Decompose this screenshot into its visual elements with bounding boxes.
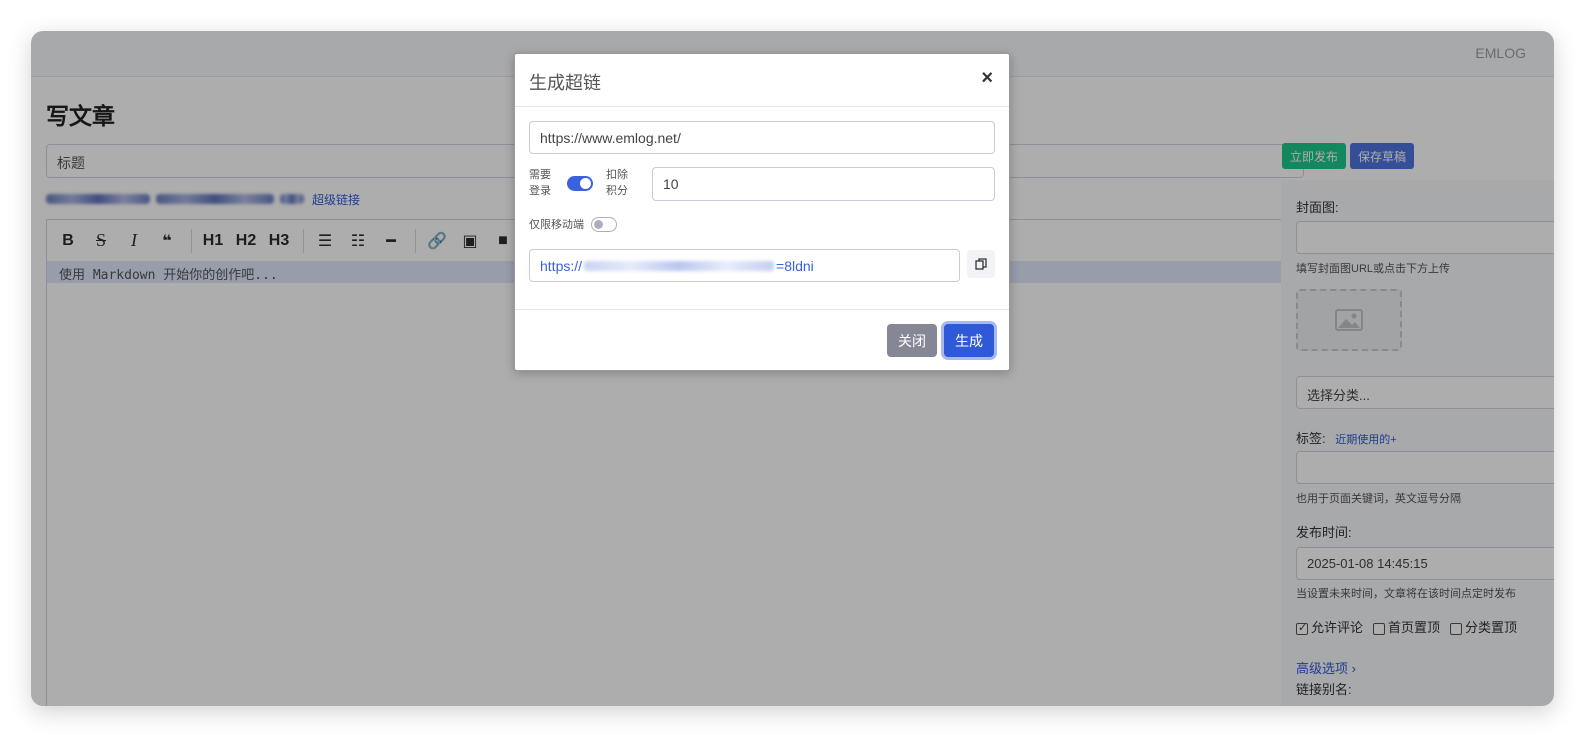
generated-link-suffix: =8ldni [776, 257, 814, 274]
close-button[interactable]: 关闭 [887, 324, 937, 357]
generated-link-prefix: https:// [540, 257, 583, 274]
dialog-footer: 关闭 生成 [515, 309, 1009, 371]
close-icon[interactable]: × [981, 67, 993, 90]
generate-hyperlink-dialog: 生成超链 × https://www.emlog.net/ 需要 登录 扣除 积… [514, 53, 1010, 371]
generate-button[interactable]: 生成 [944, 324, 994, 357]
deduct-points-label: 扣除 积分 [606, 167, 628, 199]
require-login-line2: 登录 [529, 185, 551, 197]
generated-link-field[interactable]: https:// =8ldni [529, 249, 960, 282]
require-login-toggle[interactable] [567, 176, 593, 191]
copy-icon [975, 258, 987, 270]
deduct-points-line2: 积分 [606, 185, 628, 197]
mobile-only-toggle[interactable] [591, 217, 617, 232]
dialog-header: 生成超链 × [515, 54, 1009, 107]
mobile-only-label: 仅限移动端 [529, 219, 584, 231]
points-input[interactable]: 10 [652, 167, 995, 201]
target-url-input[interactable]: https://www.emlog.net/ [529, 121, 995, 154]
redacted-link-segment [584, 260, 775, 271]
require-login-label: 需要 登录 [529, 167, 551, 199]
dialog-title: 生成超链 [529, 73, 601, 93]
deduct-points-line1: 扣除 [606, 169, 628, 181]
copy-link-button[interactable] [967, 250, 995, 278]
require-login-line1: 需要 [529, 169, 551, 181]
